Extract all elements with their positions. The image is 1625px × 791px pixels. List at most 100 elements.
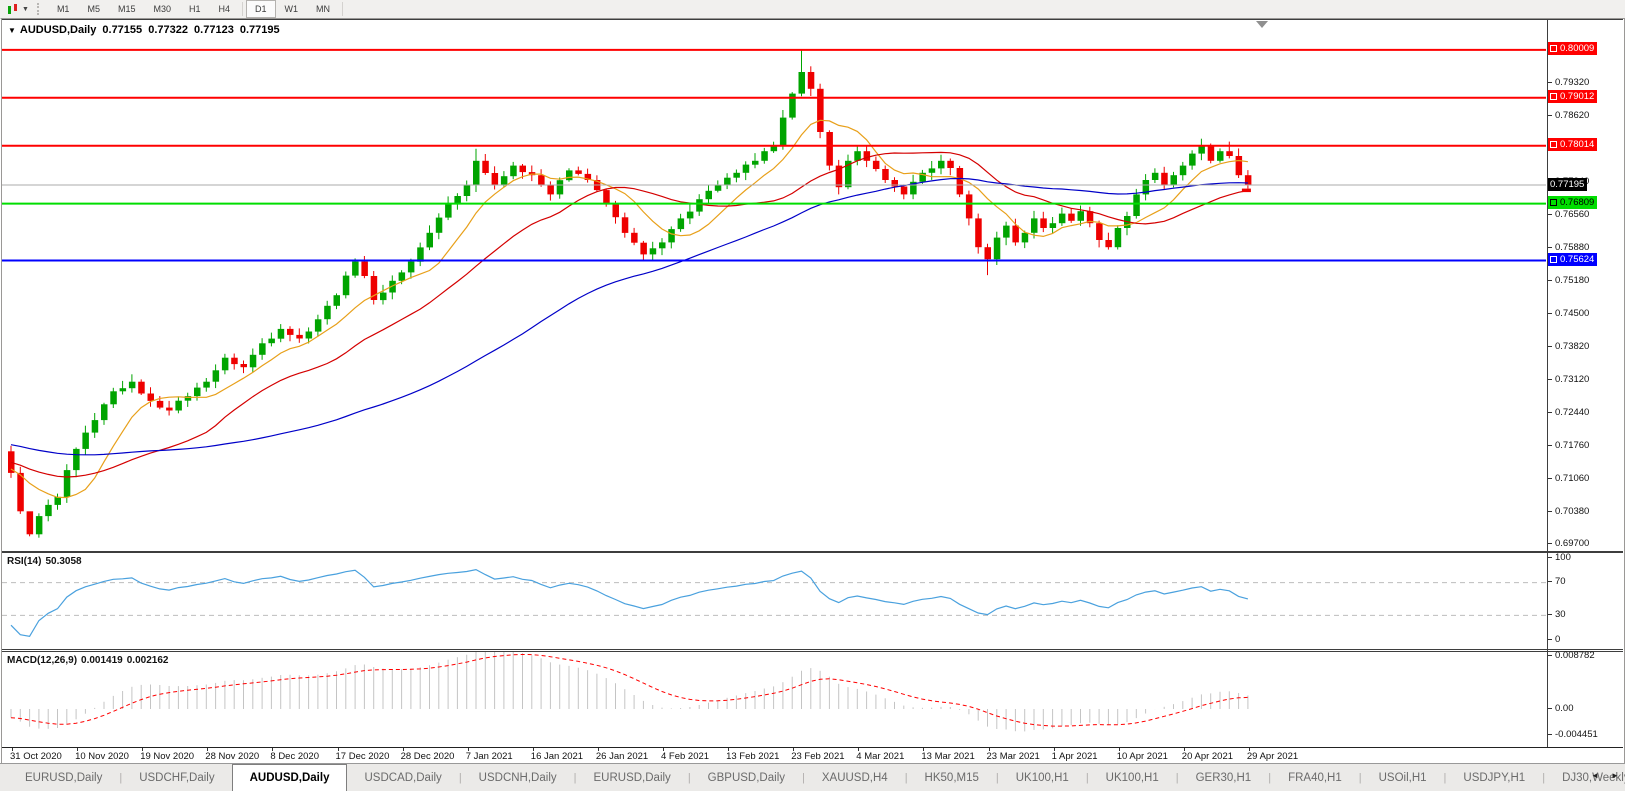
candle [361,262,368,276]
axis-tick-mark [1548,511,1552,512]
chart-tab-usdjpy-h1[interactable]: USDJPY,H1 [1446,764,1542,791]
time-axis-label: 4 Mar 2021 [856,751,904,762]
price-badge: 0.75624 [1548,253,1597,266]
chart-tab-bar: EURUSD,Daily|USDCHF,DailyAUDUSD,DailyUSD… [0,763,1625,791]
candle [771,146,778,151]
axis-tick-label: 70 [1555,576,1566,587]
chart-tab-eurusd-daily[interactable]: EURUSD,Daily [576,764,687,791]
chart-tab-usdcad-daily[interactable]: USDCAD,Daily [347,764,458,791]
timeframe-button-m1[interactable]: M1 [48,0,79,18]
candle [64,470,71,497]
timeframe-button-d1[interactable]: D1 [246,0,276,18]
chart-tab-audusd-daily[interactable]: AUDUSD,Daily [232,764,348,791]
axis-tick-mark [1548,313,1552,314]
timeframe-button-m5[interactable]: M5 [78,0,109,18]
rsi-indicator-panel[interactable] [2,552,1623,650]
chart-tab-eurusd-daily[interactable]: EURUSD,Daily [8,764,119,791]
candle [696,199,703,211]
axis-tick-label: 0.73120 [1555,374,1589,385]
main-chart-panel[interactable] [2,19,1623,552]
candle [1031,218,1038,232]
chart-tab-usoil-h1[interactable]: USOil,H1 [1362,764,1444,791]
chart-tab-ger30-h1[interactable]: GER30,H1 [1179,764,1269,791]
timeframe-button-m15[interactable]: M15 [109,0,145,18]
candle [510,166,517,177]
candle [399,272,406,280]
candle [259,343,266,355]
price-axis[interactable]: 0.793200.786200.779400.772400.765600.758… [1548,0,1625,763]
candle [194,388,201,397]
rsi-value: 50.3058 [45,556,81,567]
candle [1105,240,1112,247]
time-axis-label: 23 Feb 2021 [791,751,844,762]
time-axis-label: 28 Nov 2020 [205,751,259,762]
chart-tab-usdchf-daily[interactable]: USDCHF,Daily [122,764,231,791]
candle [436,218,443,233]
axis-tick-mark [1548,543,1552,544]
chart-tab-hk50-m15[interactable]: HK50,M15 [908,764,996,791]
chart-caret-icon: ▼ [8,26,16,35]
chart-tab-uk100-h1[interactable]: UK100,H1 [1089,764,1176,791]
candle [957,168,964,194]
price-badge: 0.77195 [1548,178,1587,191]
chart-shift-marker[interactable] [1256,21,1268,28]
price-badge: 0.76809 [1548,196,1597,209]
timeframe-button-group: M1M5M15M30H1H4 D1W1MN [48,0,339,18]
time-axis[interactable]: 31 Oct 202010 Nov 202019 Nov 202028 Nov … [2,747,1623,764]
candle [678,218,685,229]
axis-tick-label: 0.78620 [1555,110,1589,121]
axis-tick-mark [1548,708,1552,709]
candle [1096,223,1103,240]
candle [1198,146,1205,153]
chart-tab-usdcnh-daily[interactable]: USDCNH,Daily [462,764,574,791]
price-badge: 0.79012 [1548,90,1597,103]
price-badge: 0.78014 [1548,138,1597,151]
chart-tab-uk100-h1[interactable]: UK100,H1 [999,764,1086,791]
tab-scroll-left-button[interactable]: ◄ [1588,767,1602,783]
axis-tick-label: 0.69700 [1555,538,1589,549]
tab-scroll-right-button[interactable]: ► [1608,767,1622,783]
chart-tab-gbpusd-daily[interactable]: GBPUSD,Daily [691,764,802,791]
timeframe-button-mn[interactable]: MN [307,0,339,18]
candle [148,394,155,401]
candle [752,161,759,165]
time-axis-label: 19 Nov 2020 [140,751,194,762]
axis-tick-label: 0.71760 [1555,440,1589,451]
axis-tick-label: 0.75880 [1555,242,1589,253]
candle [706,191,713,199]
candle [1217,151,1224,161]
candle [994,238,1001,260]
candle [1078,211,1085,221]
timeframe-button-h4[interactable]: H4 [210,0,240,18]
candle [780,118,787,147]
mt4-terminal: { "toolbar": { "chart_icon": "candlestic… [0,0,1625,791]
macd-canvas[interactable] [2,652,1546,748]
candle [659,242,666,248]
timeframe-button-m30[interactable]: M30 [144,0,180,18]
time-axis-label: 23 Mar 2021 [987,751,1040,762]
price-chart-canvas[interactable] [2,20,1546,551]
candle [203,382,210,388]
chart-type-button[interactable]: ▼ [3,1,32,17]
axis-tick-mark [1548,734,1552,735]
candle [557,180,564,194]
badge-square-icon [1550,93,1557,100]
candle [166,408,173,411]
candle [231,358,238,364]
axis-tick-mark [1548,280,1552,281]
badge-square-icon [1550,45,1557,52]
candle [82,433,89,449]
chart-tab-xauusd-h4[interactable]: XAUUSD,H4 [805,764,905,791]
axis-tick-label: 0 [1555,634,1560,645]
chart-tab-fra40-h1[interactable]: FRA40,H1 [1271,764,1359,791]
macd-indicator-panel[interactable] [2,651,1623,749]
candle [938,161,945,169]
candle [733,173,740,178]
candle [445,204,452,218]
timeframe-button-h1[interactable]: H1 [180,0,210,18]
axis-tick-label: 0.70380 [1555,506,1589,517]
timeframe-button-w1[interactable]: W1 [276,0,308,18]
toolbar-grip[interactable] [37,3,42,15]
rsi-canvas[interactable] [2,553,1546,649]
time-axis-label: 1 Apr 2021 [1052,751,1098,762]
